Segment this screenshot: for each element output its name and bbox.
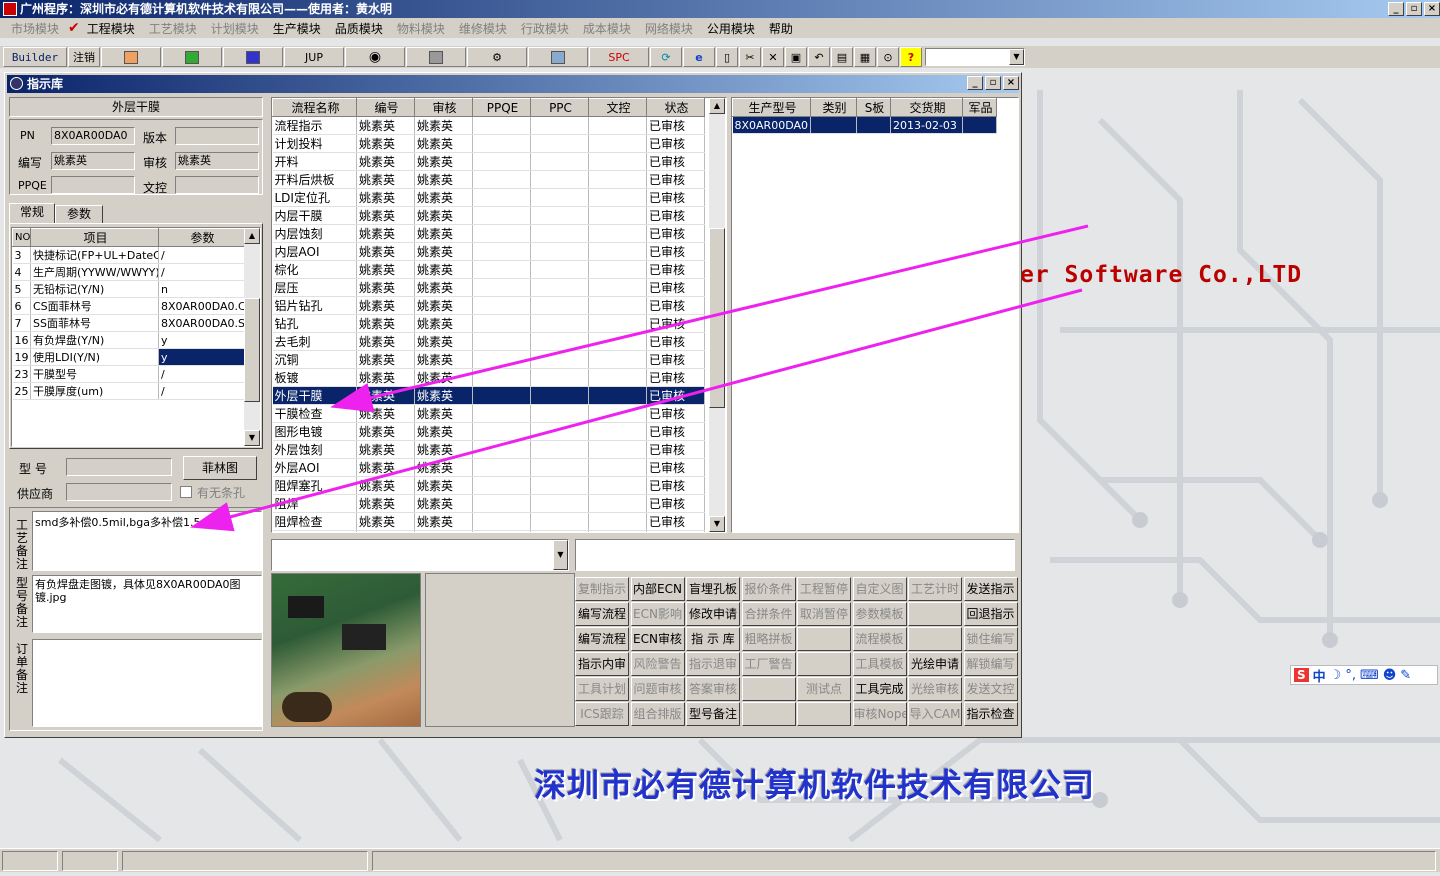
keyboard-icon[interactable]: ⌨ (1360, 668, 1379, 683)
punct-icon[interactable]: °, (1345, 668, 1356, 683)
moon-icon[interactable]: ☽ (1330, 668, 1342, 683)
annotation-arrow (190, 288, 1083, 532)
status-pane (62, 851, 118, 871)
status-bar (0, 848, 1440, 872)
status-pane (372, 851, 1436, 871)
wrench-icon[interactable]: ✎ (1400, 668, 1411, 683)
status-pane (122, 851, 368, 871)
sogou-logo: S (1294, 668, 1309, 682)
user-icon[interactable]: ☻ (1383, 668, 1397, 683)
annotation-arrow (330, 224, 1089, 413)
ime-lang[interactable]: 中 (1313, 666, 1326, 685)
ime-toolbar[interactable]: S 中 ☽ °, ⌨ ☻ ✎ (1290, 665, 1438, 685)
status-pane (2, 851, 58, 871)
annotation-arrows (190, 224, 1089, 532)
